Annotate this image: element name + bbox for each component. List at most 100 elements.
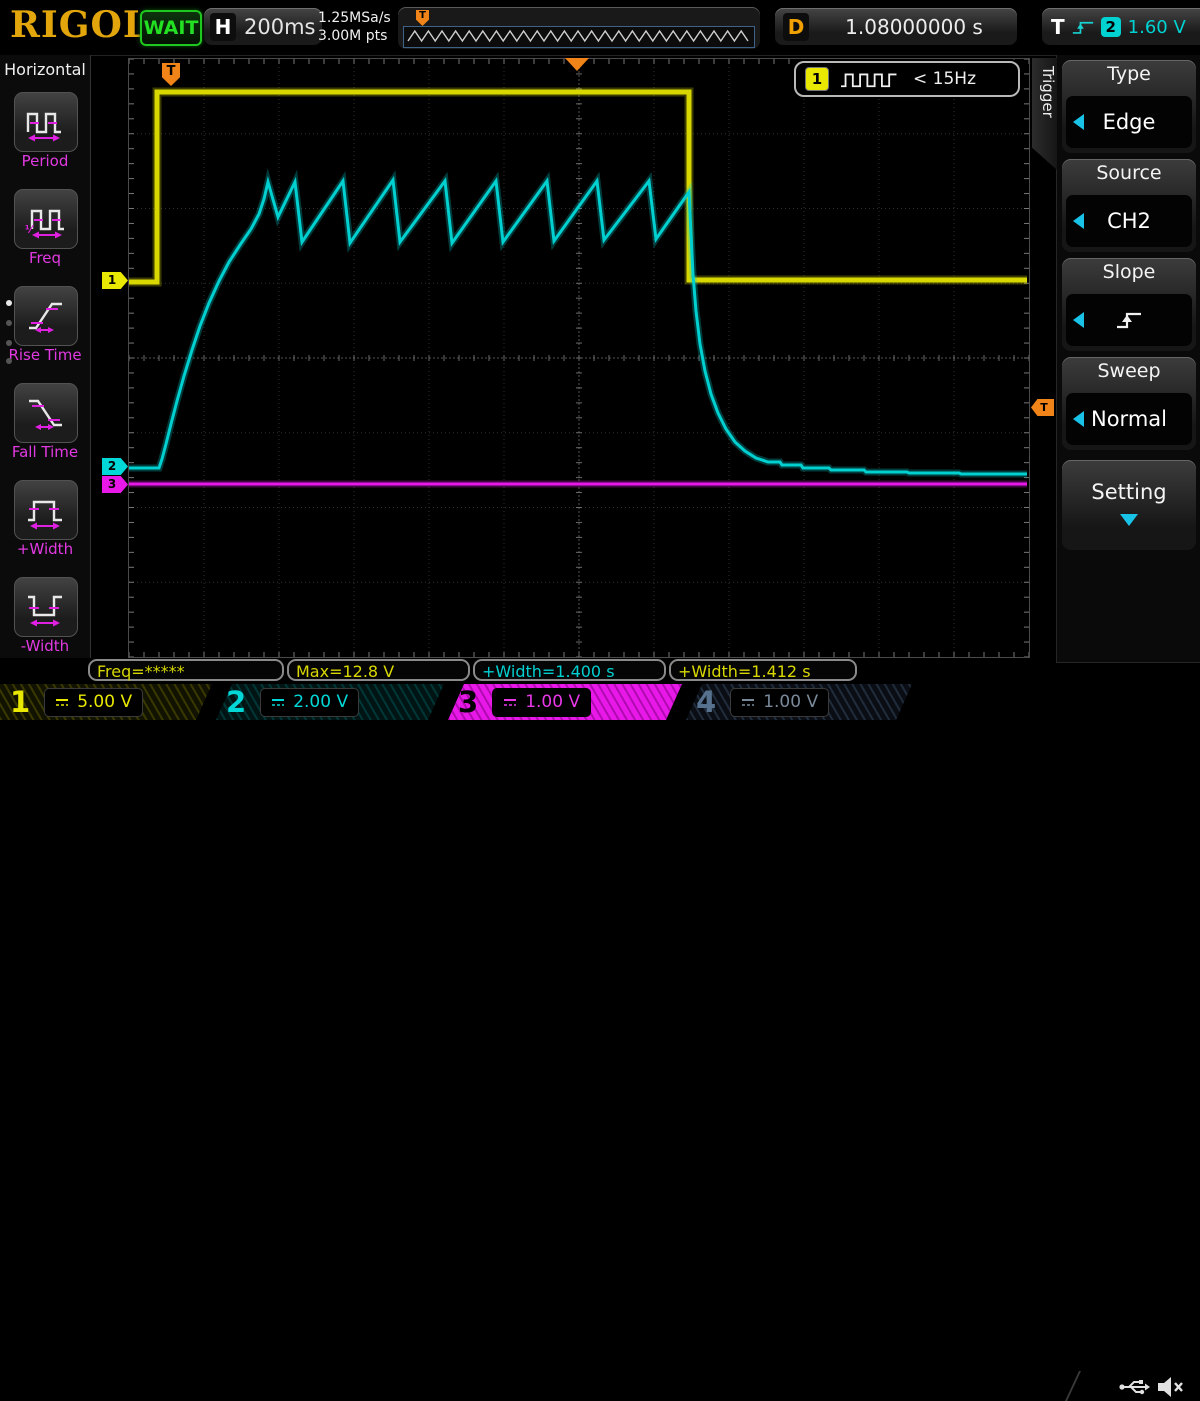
ch3-scale: 1.00 V bbox=[525, 692, 580, 712]
period-icon bbox=[24, 102, 68, 142]
trigger-menu-tab: Trigger bbox=[1032, 58, 1057, 170]
sweep-value-text: Normal bbox=[1091, 407, 1167, 431]
timebase-value: 200ms bbox=[244, 15, 315, 39]
trigger-channel-badge: 2 bbox=[1101, 17, 1121, 37]
menu-title-slope: Slope bbox=[1062, 258, 1196, 283]
left-triangle-icon bbox=[1073, 213, 1084, 229]
trigger-delay-box[interactable]: D 1.08000000 s bbox=[775, 8, 1017, 46]
h-label: H bbox=[210, 13, 236, 41]
measure-plus-width-label: +Width bbox=[0, 540, 90, 558]
measure-rise-time-label: Rise Time bbox=[0, 346, 90, 364]
ch4-number: 4 bbox=[696, 685, 716, 719]
dc-coupling-icon bbox=[741, 697, 755, 708]
page-indicator-dot bbox=[6, 358, 12, 364]
slope-rising-icon bbox=[1115, 309, 1143, 331]
ch2-scale: 2.00 V bbox=[293, 692, 348, 712]
waveform-preview-strip[interactable]: T bbox=[398, 7, 760, 49]
measure-rise-time-button[interactable] bbox=[14, 286, 78, 346]
down-triangle-icon bbox=[1120, 514, 1138, 526]
ch2-trace bbox=[129, 180, 1027, 474]
trigger-frequency-value: < 15Hz bbox=[913, 69, 976, 89]
channel-4-status[interactable]: 4 1.00 V bbox=[686, 684, 912, 720]
oscilloscope-screen: { "top_bar": { "logo": "RIGOL", "status"… bbox=[0, 0, 1200, 720]
ch2-number: 2 bbox=[226, 685, 246, 719]
trigger-status-box[interactable]: T 2 1.60 V bbox=[1042, 8, 1200, 46]
measurement-pwidth-ch2[interactable]: +Width=1.400 s bbox=[473, 659, 666, 681]
top-status-bar: RIGOL WAIT H 200ms 1.25MSa/s 3.00M pts T… bbox=[0, 0, 1200, 56]
page-indicator-dot bbox=[6, 340, 12, 346]
rising-edge-icon bbox=[1072, 17, 1094, 37]
measure-period-label: Period bbox=[0, 152, 90, 170]
measure-fall-time-button[interactable] bbox=[14, 383, 78, 443]
preview-waveform bbox=[404, 27, 752, 45]
dc-coupling-icon bbox=[271, 697, 285, 708]
rigol-logo: RIGOL bbox=[10, 4, 149, 46]
channel-3-status-selected[interactable]: 3 1.00 V bbox=[448, 684, 682, 720]
menu-value-edge: Edge bbox=[1066, 96, 1192, 148]
ch2-trace bbox=[129, 180, 1027, 474]
ch3-number: 3 bbox=[458, 685, 478, 719]
channel-status-bar: 1 5.00 V 2 2.00 V 3 1.00 V bbox=[0, 684, 1200, 720]
preview-window-frame bbox=[403, 26, 755, 48]
measure-minus-width-button[interactable] bbox=[14, 577, 78, 637]
menu-item-type[interactable]: Type Edge bbox=[1062, 60, 1196, 153]
trigger-label: T bbox=[1051, 15, 1065, 39]
horizontal-timebase-box[interactable]: H 200ms bbox=[204, 8, 322, 46]
waveform-traces bbox=[129, 59, 1029, 657]
measure-period-button[interactable] bbox=[14, 92, 78, 152]
ch4-scale: 1.00 V bbox=[763, 692, 818, 712]
usb-icon bbox=[1118, 1376, 1150, 1398]
fall-time-icon bbox=[24, 393, 68, 433]
waveform-display[interactable] bbox=[128, 58, 1030, 658]
trigger-level-marker[interactable]: T bbox=[1031, 399, 1054, 416]
channel-2-status[interactable]: 2 2.00 V bbox=[216, 684, 444, 720]
menu-title-source: Source bbox=[1062, 159, 1196, 184]
measure-freq-button[interactable]: ⅟ bbox=[14, 189, 78, 249]
trigger-source-badge: 1 bbox=[805, 67, 829, 91]
ch1-scale: 5.00 V bbox=[77, 692, 132, 712]
menu-item-source[interactable]: Source CH2 bbox=[1062, 159, 1196, 252]
measurement-freq-value: Freq=***** bbox=[97, 662, 185, 681]
ch2-ground-marker[interactable]: 2 bbox=[102, 458, 128, 475]
menu-value-slope bbox=[1066, 294, 1192, 346]
menu-item-sweep[interactable]: Sweep Normal bbox=[1062, 357, 1196, 450]
measure-freq-label: Freq bbox=[0, 249, 90, 267]
menu-item-slope[interactable]: Slope bbox=[1062, 258, 1196, 351]
sidebar-title: Horizontal bbox=[3, 60, 87, 79]
measurement-max[interactable]: Max=12.8 V bbox=[287, 659, 470, 681]
measure-plus-width-button[interactable] bbox=[14, 480, 78, 540]
sample-rate-info: 1.25MSa/s 3.00M pts bbox=[318, 9, 391, 45]
setting-label: Setting bbox=[1062, 460, 1196, 504]
measure-sidebar: Horizontal Period ⅟ Freq bbox=[0, 55, 91, 658]
menu-item-setting[interactable]: Setting bbox=[1062, 460, 1196, 550]
freq-icon: ⅟ bbox=[24, 199, 68, 239]
measurement-pwidth-ch1-value: +Width=1.412 s bbox=[678, 662, 811, 681]
measurement-max-value: Max=12.8 V bbox=[296, 662, 394, 681]
plus-width-icon bbox=[24, 490, 68, 530]
ch1-ground-marker[interactable]: 1 bbox=[102, 272, 128, 289]
channel-1-status[interactable]: 1 5.00 V bbox=[0, 684, 212, 720]
menu-title-sweep: Sweep bbox=[1062, 357, 1196, 382]
measurement-freq[interactable]: Freq=***** bbox=[88, 659, 284, 681]
left-triangle-icon bbox=[1073, 114, 1084, 130]
menu-value-normal: Normal bbox=[1066, 393, 1192, 445]
page-indicator-dot bbox=[6, 300, 12, 306]
source-value-text: CH2 bbox=[1107, 209, 1151, 233]
memory-depth: 3.00M pts bbox=[318, 27, 391, 45]
trigger-level-value: 1.60 V bbox=[1128, 17, 1186, 38]
speaker-muted-icon bbox=[1156, 1374, 1186, 1400]
left-triangle-icon bbox=[1073, 312, 1084, 328]
sample-rate: 1.25MSa/s bbox=[318, 9, 391, 27]
minus-width-icon bbox=[24, 587, 68, 627]
measurement-pwidth-ch1[interactable]: +Width=1.412 s bbox=[669, 659, 857, 681]
ch3-ground-marker[interactable]: 3 bbox=[102, 476, 128, 493]
delay-label: D bbox=[783, 13, 809, 41]
preview-trigger-position-icon[interactable]: T bbox=[416, 10, 429, 26]
acquisition-status-badge: WAIT bbox=[140, 10, 202, 46]
menu-title-type: Type bbox=[1062, 60, 1196, 85]
measurement-pwidth-ch2-value: +Width=1.400 s bbox=[482, 662, 615, 681]
pulse-train-icon bbox=[838, 69, 904, 89]
rise-time-icon bbox=[24, 296, 68, 336]
divider bbox=[1065, 1371, 1081, 1401]
measure-fall-time-label: Fall Time bbox=[0, 443, 90, 461]
